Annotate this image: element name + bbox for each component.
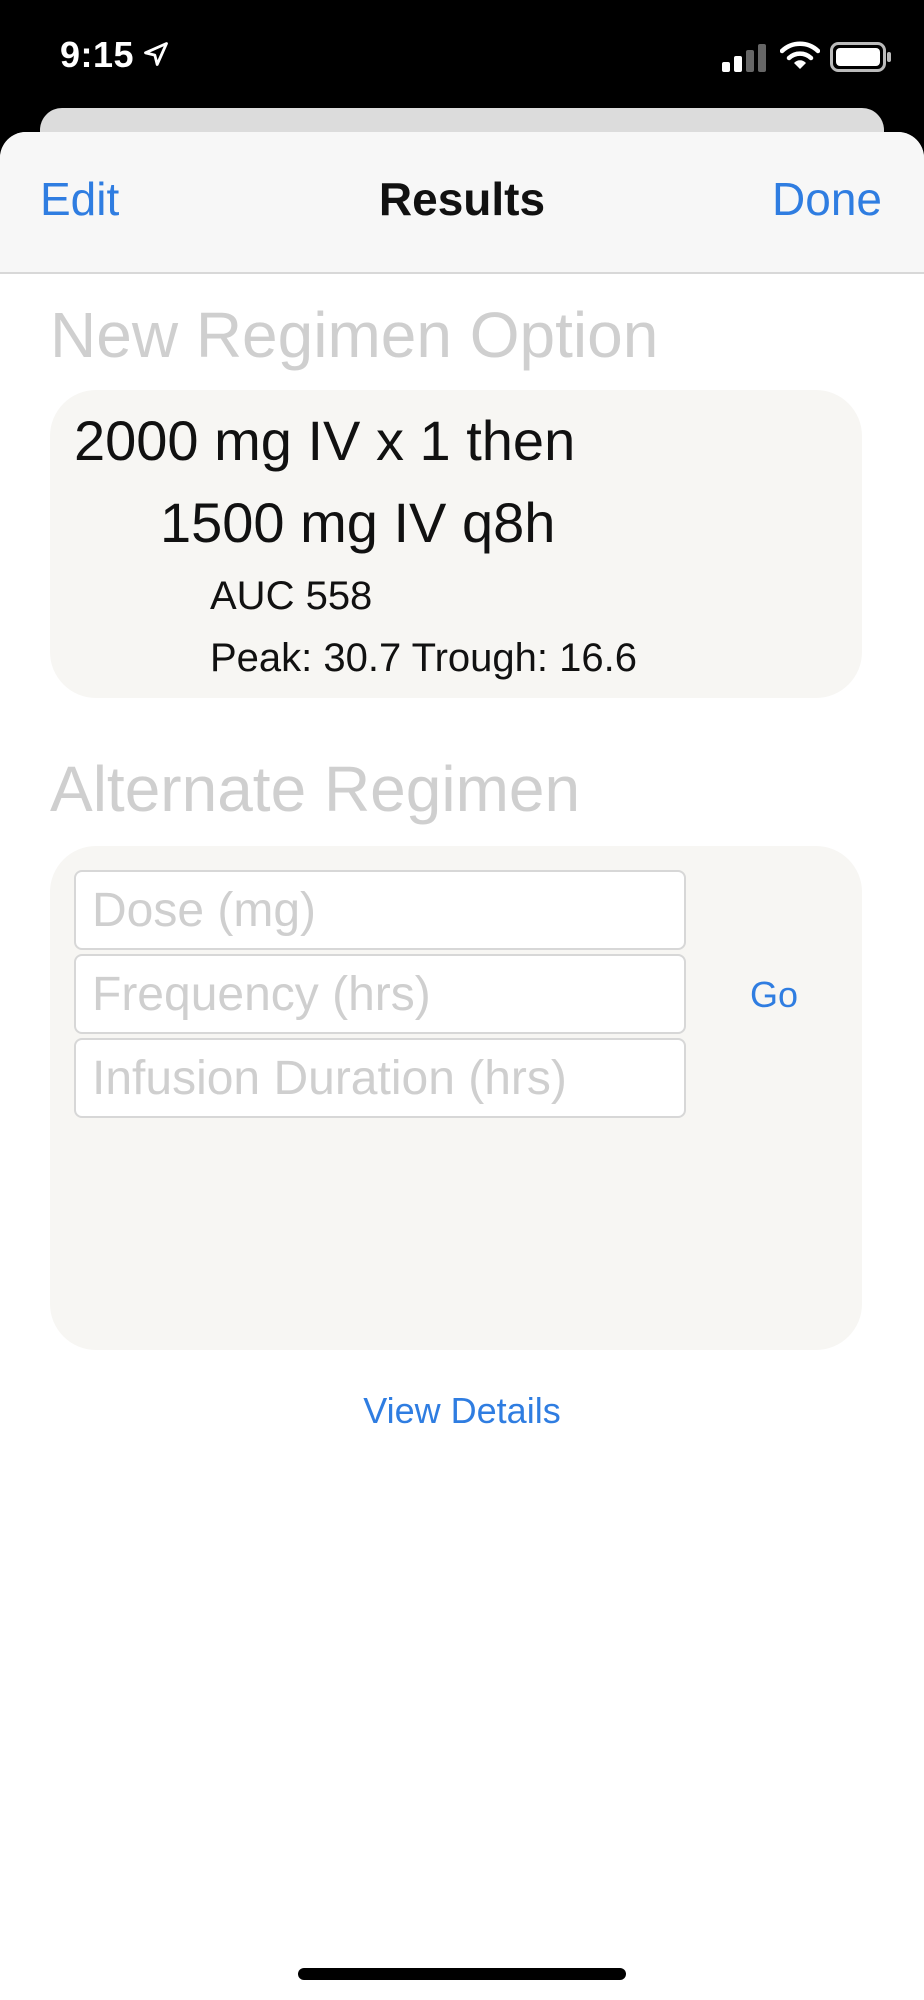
battery-icon (830, 42, 891, 72)
new-regimen-section-title: New Regimen Option (50, 299, 659, 371)
peak-trough-text: Peak: 30.7 Trough: 16.6 (210, 636, 637, 680)
infusion-duration-input[interactable] (74, 1038, 686, 1118)
done-button[interactable]: Done (772, 172, 882, 226)
location-arrow-icon (144, 42, 168, 66)
alternate-regimen-section-title: Alternate Regimen (50, 753, 581, 825)
results-sheet: Edit Results Done New Regimen Option 200… (0, 132, 924, 2000)
go-button[interactable]: Go (750, 974, 798, 1016)
status-bar: 9:15 (0, 0, 924, 110)
wifi-icon (780, 41, 820, 69)
dose-input[interactable] (74, 870, 686, 950)
loading-dose-text: 2000 mg IV x 1 then (74, 409, 576, 472)
alternate-regimen-card: Go (50, 846, 862, 1350)
cellular-signal-icon (722, 44, 766, 72)
status-time: 9:15 (60, 34, 135, 75)
frequency-input[interactable] (74, 954, 686, 1034)
home-indicator (298, 1968, 626, 1980)
view-details-button[interactable]: View Details (0, 1390, 924, 1432)
auc-text: AUC 558 (210, 574, 373, 618)
maintenance-dose-text: 1500 mg IV q8h (160, 491, 556, 554)
new-regimen-card: 2000 mg IV x 1 then 1500 mg IV q8h AUC 5… (50, 390, 862, 698)
navigation-bar: Edit Results Done (0, 132, 924, 274)
